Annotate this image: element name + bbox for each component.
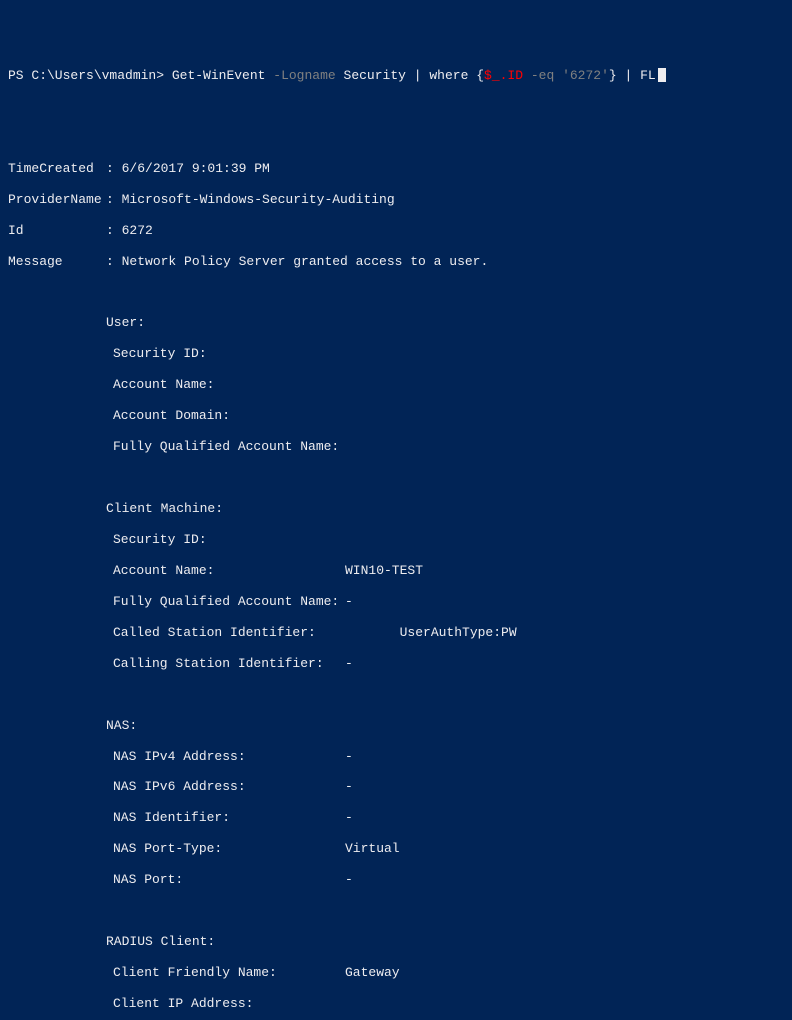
- section-header-nas: NAS:: [8, 718, 784, 733]
- command-line[interactable]: PS C:\Users\vmadmin> Get-WinEvent -Logna…: [8, 68, 784, 83]
- prop-row: NAS Port-Type:Virtual: [8, 841, 784, 856]
- prop-value: -: [345, 872, 353, 887]
- prop-row: NAS Port:-: [8, 872, 784, 887]
- section-header-radius: RADIUS Client:: [8, 934, 784, 949]
- eq-flag: -eq: [531, 68, 554, 83]
- prop-value: Virtual: [345, 841, 400, 856]
- field-label: TimeCreated: [8, 161, 106, 176]
- prop-key: Fully Qualified Account Name:: [113, 594, 345, 609]
- prop-value: Gateway: [345, 965, 400, 980]
- prop-key: Client Friendly Name:: [113, 965, 345, 980]
- prop-row: Account Name:WIN10-TEST: [8, 563, 784, 578]
- cursor: [658, 68, 666, 82]
- prop-key: Fully Qualified Account Name:: [113, 439, 345, 454]
- field-value: Network Policy Server granted access to …: [122, 254, 489, 269]
- field-label: Message: [8, 254, 106, 269]
- blank-line: [8, 284, 784, 299]
- blank-line: [8, 687, 784, 702]
- event-id-literal: '6272': [562, 68, 609, 83]
- prop-key: NAS Identifier:: [113, 810, 345, 825]
- cmdlet: Get-WinEvent: [172, 68, 266, 83]
- pipe: |: [414, 68, 422, 83]
- where-cmd: where: [429, 68, 468, 83]
- prop-key: Account Name:: [113, 377, 345, 392]
- prop-value: -: [345, 594, 353, 609]
- prop-row: Called Station Identifier: UserAuthType:…: [8, 625, 784, 640]
- prop-key: NAS Port:: [113, 872, 345, 887]
- prop-key: Called Station Identifier:: [113, 625, 345, 640]
- field-timecreated: TimeCreated: 6/6/2017 9:01:39 PM: [8, 161, 784, 176]
- prop-key: Account Name:: [113, 563, 345, 578]
- prop-row: NAS Identifier:-: [8, 810, 784, 825]
- prop-value: -: [345, 810, 353, 825]
- prop-value: WIN10-TEST: [345, 563, 423, 578]
- field-value: 6/6/2017 9:01:39 PM: [122, 161, 270, 176]
- field-label: ProviderName: [8, 192, 106, 207]
- blank-line: [8, 99, 784, 114]
- prop-row: Account Domain:: [8, 408, 784, 423]
- field-providername: ProviderName: Microsoft-Windows-Security…: [8, 192, 784, 207]
- param-value: Security: [344, 68, 406, 83]
- field-value: Microsoft-Windows-Security-Auditing: [122, 192, 395, 207]
- prop-row: Fully Qualified Account Name:: [8, 439, 784, 454]
- brace-open: {: [476, 68, 484, 83]
- param-flag: -Logname: [273, 68, 335, 83]
- field-value: 6272: [122, 223, 153, 238]
- prop-row: Calling Station Identifier:-: [8, 656, 784, 671]
- prop-key: NAS IPv6 Address:: [113, 779, 345, 794]
- blank-line: [8, 130, 784, 145]
- prop-value: -: [345, 656, 353, 671]
- prop-row: Fully Qualified Account Name:-: [8, 594, 784, 609]
- prop-row: Client IP Address:: [8, 996, 784, 1011]
- field-label: Id: [8, 223, 106, 238]
- prop-key: NAS Port-Type:: [113, 841, 345, 856]
- prop-key: Calling Station Identifier:: [113, 656, 345, 671]
- blank-line: [8, 470, 784, 485]
- prop-row: Security ID:: [8, 346, 784, 361]
- prop-row: Account Name:: [8, 377, 784, 392]
- section-header-client-machine: Client Machine:: [8, 501, 784, 516]
- pipe: |: [625, 68, 633, 83]
- prop-key: Account Domain:: [113, 408, 345, 423]
- prop-row: NAS IPv6 Address:-: [8, 779, 784, 794]
- brace-close: }: [609, 68, 617, 83]
- section-header-user: User:: [8, 315, 784, 330]
- prop-value: UserAuthType:PW: [345, 625, 517, 640]
- blank-line: [8, 903, 784, 918]
- prop-value: -: [345, 749, 353, 764]
- field-id: Id: 6272: [8, 223, 784, 238]
- dollar-id: $_.ID: [484, 68, 523, 83]
- prop-key: Client IP Address:: [113, 996, 345, 1011]
- prop-row: Security ID:: [8, 532, 784, 547]
- prop-key: NAS IPv4 Address:: [113, 749, 345, 764]
- prop-key: Security ID:: [113, 346, 345, 361]
- prop-key: Security ID:: [113, 532, 345, 547]
- prop-row: NAS IPv4 Address:-: [8, 749, 784, 764]
- prop-row: Client Friendly Name:Gateway: [8, 965, 784, 980]
- field-message: Message: Network Policy Server granted a…: [8, 254, 784, 269]
- prompt-prefix: PS C:\Users\vmadmin>: [8, 68, 164, 83]
- prop-value: -: [345, 779, 353, 794]
- fl-cmd: FL: [640, 68, 656, 83]
